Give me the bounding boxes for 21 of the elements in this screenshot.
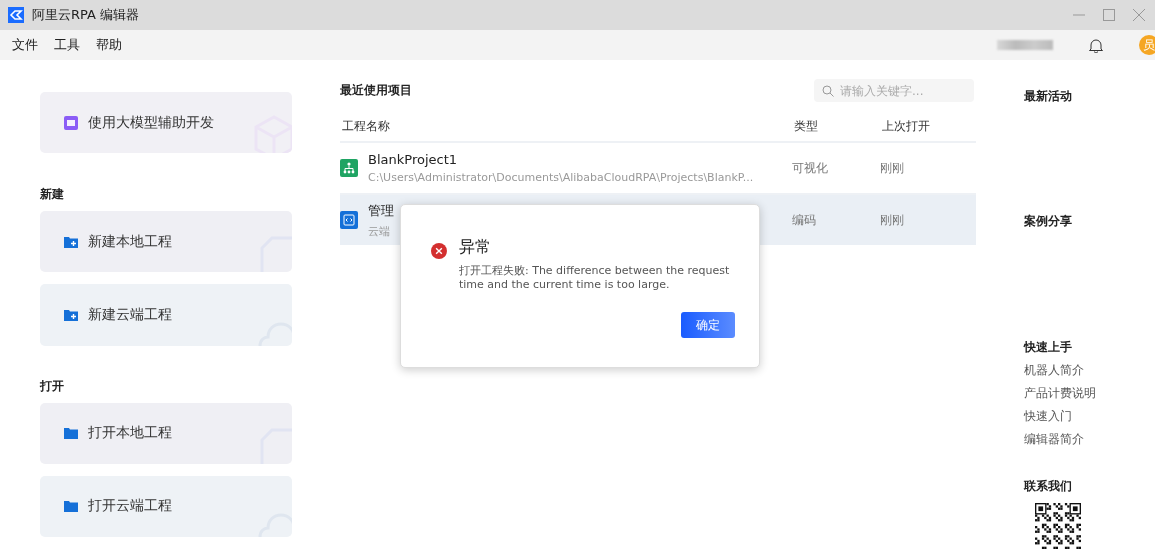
section-title: 联系我们 (1024, 478, 1073, 495)
section-title: 最近使用项目 (340, 82, 412, 99)
dialog-message: 打开工程失败: The difference between the request time and the current time is too large. (458, 264, 731, 292)
window-title: 阿里云RPA 编辑器 (32, 6, 140, 24)
section-title: 新建 (40, 186, 65, 204)
project-name: 管理 (368, 201, 395, 220)
project-path: 云端 (368, 223, 391, 239)
table-cell-text: 刚刚 (880, 211, 905, 229)
column-header: 类型 (793, 117, 819, 135)
section-title: 案例分享 (1024, 213, 1073, 230)
section-title: 最新活动 (1024, 88, 1073, 105)
project-name: BlankProject1 (368, 152, 458, 167)
table-cell-text: 编码 (792, 211, 817, 229)
table-cell-text: 可视化 (792, 159, 829, 177)
column-header: 工程名称 (341, 117, 391, 135)
column-header: 上次打开 (881, 117, 931, 135)
section-title: 打开 (40, 377, 65, 395)
section-title: 快速上手 (1024, 339, 1073, 356)
table-cell-text: 刚刚 (880, 159, 905, 177)
project-path: C:\Users\Administrator\Documents\AlibabaCloudRPA\Projects\BlankP... (368, 171, 755, 184)
dialog-title: 异常 (458, 237, 492, 258)
